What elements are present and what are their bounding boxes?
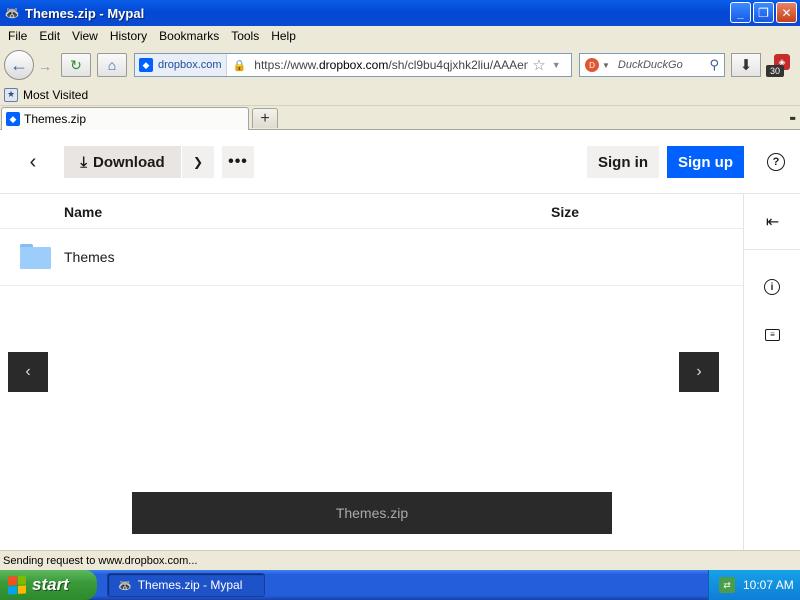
navigation-toolbar: ← → ↻ ⌂ ◆ dropbox.com 🔒 https://www.drop… <box>0 46 800 84</box>
back-arrow-icon: ← <box>10 54 28 75</box>
details-sidebar: ⇤ i ≡ <box>743 194 800 550</box>
raccoon-icon: 🦝 <box>4 6 20 20</box>
chevron-left-icon: ‹ <box>29 150 37 173</box>
new-tab-button[interactable]: + <box>252 108 278 128</box>
download-icon: ⤓ <box>80 153 87 171</box>
search-bar[interactable]: D ▼ DuckDuckGo ⚲ <box>579 53 725 77</box>
taskbar-item-mypal[interactable]: 🦝 Themes.zip - Mypal <box>107 573 265 597</box>
info-icon[interactable]: i <box>764 279 780 295</box>
menu-help[interactable]: Help <box>265 29 302 43</box>
previous-file-button[interactable]: ‹ <box>8 352 48 392</box>
column-header-name[interactable]: Name <box>64 204 102 220</box>
file-name[interactable]: Themes <box>64 249 115 265</box>
help-icon[interactable]: ? <box>767 153 785 171</box>
menu-view[interactable]: View <box>66 29 104 43</box>
search-engine-dropdown-icon[interactable]: ▼ <box>602 61 610 70</box>
windows-logo-icon <box>8 575 26 595</box>
minimize-button[interactable]: _ <box>730 2 751 23</box>
start-button[interactable]: start <box>0 570 97 600</box>
addon-button[interactable]: ◈ 30 <box>766 54 792 78</box>
chevron-down-icon: ❯ <box>192 155 204 169</box>
status-text: Sending request to www.dropbox.com... <box>3 554 198 567</box>
download-options-button[interactable]: ❯ <box>182 146 214 178</box>
folder-icon <box>20 244 51 269</box>
window-title: Themes.zip - Mypal <box>25 5 145 21</box>
duckduckgo-icon[interactable]: D <box>585 58 599 72</box>
url-dropdown-icon[interactable]: ▼ <box>552 60 561 70</box>
clock[interactable]: 10:07 AM <box>743 578 794 592</box>
status-bar: Sending request to www.dropbox.com... <box>0 550 800 570</box>
sign-in-button[interactable]: Sign in <box>587 146 659 178</box>
download-button[interactable]: ⤓ Download <box>64 146 181 178</box>
ellipsis-icon: ••• <box>228 153 248 170</box>
url-bar[interactable]: ◆ dropbox.com 🔒 https://www.dropbox.com/… <box>134 53 572 77</box>
reload-icon: ↻ <box>70 56 82 73</box>
chevron-left-icon: ‹ <box>25 363 31 380</box>
bookmark-star-icon[interactable]: ☆ <box>532 56 545 74</box>
download-arrow-icon: ⬇ <box>739 57 753 74</box>
system-tray: ⇄ 10:07 AM <box>708 570 800 600</box>
menu-file[interactable]: File <box>2 29 33 43</box>
file-list-header: Name Size <box>0 194 743 229</box>
search-icon[interactable]: ⚲ <box>709 57 719 73</box>
back-button[interactable]: ← <box>4 50 34 80</box>
close-button[interactable]: ✕ <box>776 2 797 23</box>
download-label: Download <box>92 153 165 171</box>
forward-button[interactable]: → <box>34 55 56 77</box>
tab-themes-zip[interactable]: ◆ Themes.zip <box>1 107 249 130</box>
most-visited-icon: ★ <box>4 87 18 102</box>
menubar: File Edit View History Bookmarks Tools H… <box>0 26 800 46</box>
forward-arrow-icon: → <box>38 58 52 74</box>
collapse-left-icon: ⇤ <box>765 213 780 231</box>
home-icon: ⌂ <box>107 57 117 73</box>
network-icon[interactable]: ⇄ <box>719 577 735 593</box>
back-chevron-button[interactable]: ‹ <box>22 150 44 174</box>
tab-list-icon[interactable]: ▪▪ <box>789 111 795 125</box>
bookmarks-toolbar: ★ Most Visited <box>0 84 800 106</box>
file-row[interactable]: Themes <box>0 229 743 286</box>
site-identity[interactable]: ◆ dropbox.com <box>135 54 227 76</box>
addon-count-badge: 30 <box>766 65 784 77</box>
menu-bookmarks[interactable]: Bookmarks <box>153 29 225 43</box>
taskbar-item-label: Themes.zip - Mypal <box>137 578 243 592</box>
plus-icon: + <box>260 109 270 127</box>
menu-edit[interactable]: Edit <box>33 29 66 43</box>
page-content: ‹ ⤓ Download ❯ ••• Sign in Sign up ? Nam… <box>0 130 800 550</box>
comment-icon[interactable]: ≡ <box>765 329 780 341</box>
window-controls: _ ❐ ✕ <box>730 2 797 23</box>
chevron-right-icon: › <box>696 363 702 380</box>
dropbox-favicon-icon: ◆ <box>139 58 153 72</box>
home-button[interactable]: ⌂ <box>97 53 127 77</box>
lock-icon: 🔒 <box>232 59 247 72</box>
raccoon-icon: 🦝 <box>118 579 132 592</box>
search-placeholder[interactable]: DuckDuckGo <box>618 59 710 71</box>
sign-up-button[interactable]: Sign up <box>667 146 744 178</box>
dropbox-favicon-icon: ◆ <box>6 112 20 126</box>
window-titlebar: 🦝 Themes.zip - Mypal _ ❐ ✕ <box>0 0 800 26</box>
downloads-button[interactable]: ⬇ <box>731 53 761 77</box>
tab-label: Themes.zip <box>24 112 87 126</box>
menu-history[interactable]: History <box>104 29 153 43</box>
tab-strip: ◆ Themes.zip + ▪▪ <box>0 106 800 130</box>
column-header-size[interactable]: Size <box>551 204 579 220</box>
reload-button[interactable]: ↻ <box>61 53 91 77</box>
dropbox-header: ‹ ⤓ Download ❯ ••• Sign in Sign up ? <box>0 130 800 194</box>
url-text[interactable]: https://www.dropbox.com/sh/cl9bu4qjxhk2l… <box>254 58 528 72</box>
filename-toast: Themes.zip <box>132 492 612 534</box>
maximize-button[interactable]: ❐ <box>753 2 774 23</box>
site-identity-label: dropbox.com <box>158 59 222 71</box>
most-visited-link[interactable]: Most Visited <box>23 88 88 102</box>
start-label: start <box>32 575 69 594</box>
next-file-button[interactable]: › <box>679 352 719 392</box>
more-actions-button[interactable]: ••• <box>222 146 254 178</box>
windows-taskbar: start 🦝 Themes.zip - Mypal ⇄ 10:07 AM <box>0 570 800 600</box>
menu-tools[interactable]: Tools <box>225 29 265 43</box>
collapse-sidebar-button[interactable]: ⇤ <box>744 194 800 250</box>
